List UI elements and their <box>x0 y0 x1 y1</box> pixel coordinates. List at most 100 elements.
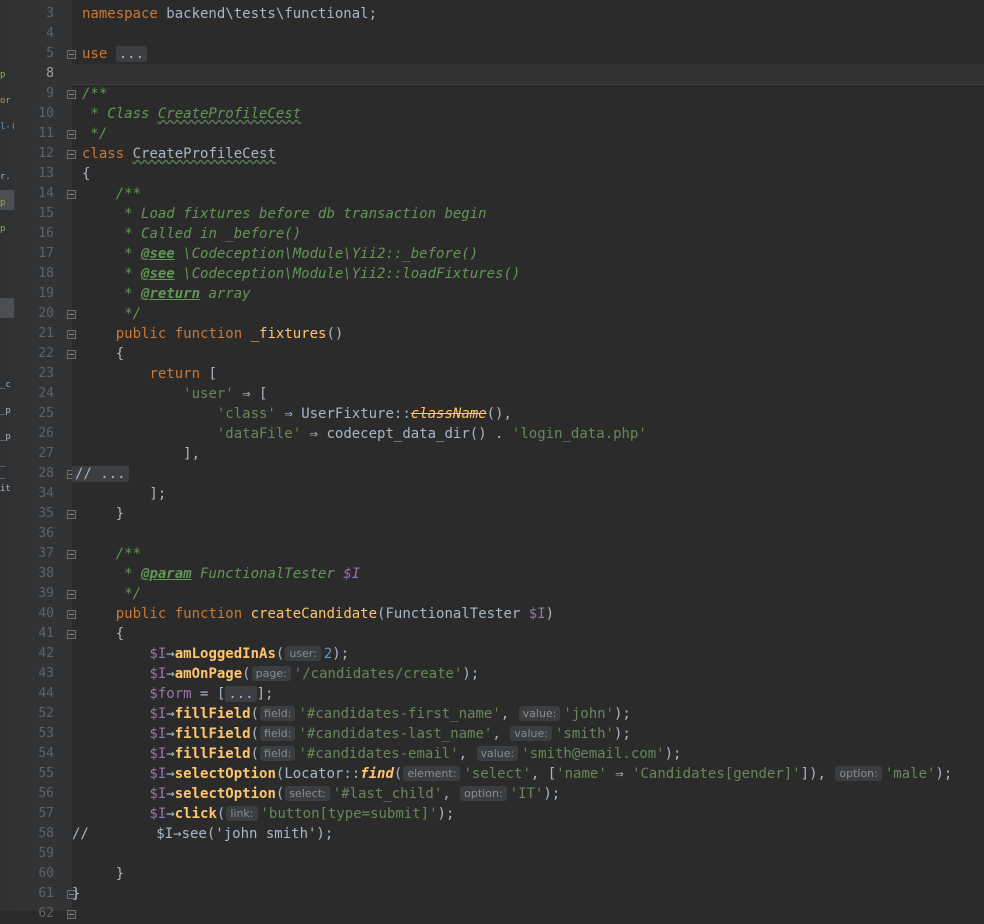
line-number[interactable]: 44 <box>14 684 54 704</box>
code-line[interactable]: { <box>72 164 984 184</box>
code-line[interactable]: 'user' ⇒ [ <box>72 384 984 404</box>
line-number[interactable]: 60 <box>14 864 54 884</box>
line-number[interactable]: 57 <box>14 804 54 824</box>
code-line[interactable]: * Called in _before() <box>72 224 984 244</box>
code-line[interactable]: $I→selectOption(select: '#last_child', op… <box>72 784 984 804</box>
project-panel-edge[interactable]: p or l-( r. p p _c _p _p _ _ it <box>0 0 14 911</box>
line-number[interactable]: 28 <box>14 464 54 484</box>
line-number[interactable]: 22 <box>14 344 54 364</box>
line-number[interactable]: 39 <box>14 584 54 604</box>
line-number[interactable]: 4 <box>14 24 54 44</box>
file-fragment[interactable]: p <box>0 224 5 234</box>
file-fragment[interactable]: _p <box>0 406 11 416</box>
code-line[interactable]: use ... <box>72 44 984 64</box>
line-number[interactable]: 54 <box>14 744 54 764</box>
file-fragment[interactable]: _ <box>0 458 5 468</box>
line-number[interactable]: 20 <box>14 304 54 324</box>
file-fragment[interactable]: l-( <box>0 122 14 132</box>
line-number[interactable]: 37 <box>14 544 54 564</box>
fold-toggle-icon[interactable] <box>67 910 76 919</box>
line-number-gutter[interactable]: 3 4 5 8 9 10 11 12 13 14 15 16 17 18 19 20 21 22 23 24 25 26 2… <box>14 0 76 921</box>
line-number[interactable]: 36 <box>14 524 54 544</box>
line-number[interactable]: 14 <box>14 184 54 204</box>
line-number[interactable]: 9 <box>14 84 54 104</box>
file-fragment[interactable]: or <box>0 96 11 106</box>
code-line[interactable]: 'dataFile' ⇒ codecept_data_dir() . 'logi… <box>72 424 984 444</box>
code-line[interactable]: */ <box>72 584 984 604</box>
line-number[interactable]: 43 <box>14 664 54 684</box>
code-line[interactable]: $form = [...]; <box>72 684 984 704</box>
code-line[interactable]: $I→amOnPage(page: '/candidates/create'); <box>72 664 984 684</box>
code-area[interactable]: namespace backend\tests\functional; use … <box>72 0 984 911</box>
code-line[interactable]: */ <box>72 124 984 144</box>
line-number[interactable]: 21 <box>14 324 54 344</box>
code-line[interactable]: { <box>72 624 984 644</box>
file-fragment[interactable]: it <box>0 484 11 494</box>
code-line[interactable]: $I→fillField(field: '#candidates-first_na… <box>72 704 984 724</box>
line-number[interactable]: 35 <box>14 504 54 524</box>
code-line[interactable]: $I→fillField(field: '#candidates-last_nam… <box>72 724 984 744</box>
code-line[interactable]: * @see \Codeception\Module\Yii2::loadFix… <box>72 264 984 284</box>
line-number[interactable]: 3 <box>14 4 54 24</box>
line-number[interactable]: 25 <box>14 404 54 424</box>
code-line[interactable]: public function _fixtures() <box>72 324 984 344</box>
code-line[interactable]: $I→selectOption(Locator::find(element:'s… <box>72 764 984 784</box>
code-line[interactable]: $I→click(link:'button[type=submit]'); <box>72 804 984 824</box>
code-line[interactable]: * Class CreateProfileCest <box>72 104 984 124</box>
code-line[interactable]: * @see \Codeception\Module\Yii2::_before… <box>72 244 984 264</box>
file-fragment[interactable]: _p <box>0 432 11 442</box>
line-number[interactable]: 23 <box>14 364 54 384</box>
line-number[interactable]: 40 <box>14 604 54 624</box>
code-line[interactable]: namespace backend\tests\functional; <box>72 4 984 24</box>
line-number[interactable]: 10 <box>14 104 54 124</box>
line-number[interactable]: 52 <box>14 704 54 724</box>
code-line[interactable]: */ <box>72 304 984 324</box>
folded-comment-block[interactable]: // ... <box>72 466 129 482</box>
code-line[interactable]: $I→amLoggedInAs(user: 2); <box>72 644 984 664</box>
line-number[interactable]: 15 <box>14 204 54 224</box>
line-number[interactable]: 13 <box>14 164 54 184</box>
line-number[interactable]: 59 <box>14 844 54 864</box>
file-fragment[interactable]: _ <box>0 470 5 480</box>
line-number[interactable]: 56 <box>14 784 54 804</box>
line-number[interactable]: 58 <box>14 824 54 844</box>
code-line[interactable]: 'class' ⇒ UserFixture::className(), <box>72 404 984 424</box>
code-line[interactable]: // ... <box>72 464 984 484</box>
file-fragment[interactable]: p <box>0 70 5 80</box>
caret-line[interactable] <box>72 64 984 84</box>
code-line[interactable]: ], <box>72 444 984 464</box>
line-number[interactable]: 55 <box>14 764 54 784</box>
code-line[interactable]: // $I→see('john smith'); <box>72 824 984 844</box>
code-line[interactable]: /** <box>72 184 984 204</box>
code-line[interactable]: * @return array <box>72 284 984 304</box>
code-line[interactable]: } <box>72 884 984 904</box>
code-line[interactable]: class CreateProfileCest <box>72 144 984 164</box>
code-line[interactable]: { <box>72 344 984 364</box>
code-line[interactable]: public function createCandidate(Function… <box>72 604 984 624</box>
line-number[interactable]: 38 <box>14 564 54 584</box>
line-number[interactable]: 24 <box>14 384 54 404</box>
code-line[interactable]: } <box>72 864 984 884</box>
line-number[interactable]: 53 <box>14 724 54 744</box>
line-number[interactable]: 16 <box>14 224 54 244</box>
folded-array[interactable]: ... <box>225 686 257 702</box>
code-line[interactable]: ]; <box>72 484 984 504</box>
line-number[interactable]: 62 <box>14 904 54 924</box>
file-fragment[interactable]: r. <box>0 172 11 182</box>
line-number[interactable]: 41 <box>14 624 54 644</box>
code-line[interactable]: } <box>72 504 984 524</box>
code-line[interactable]: $I→fillField(field: '#candidates-email', … <box>72 744 984 764</box>
line-number[interactable]: 17 <box>14 244 54 264</box>
code-line[interactable]: * Load fixtures before db transaction be… <box>72 204 984 224</box>
line-number[interactable]: 61 <box>14 884 54 904</box>
line-number[interactable]: 34 <box>14 484 54 504</box>
line-number[interactable]: 42 <box>14 644 54 664</box>
line-number[interactable]: 5 <box>14 44 54 64</box>
code-editor[interactable]: p or l-( r. p p _c _p _p _ _ it 34589101… <box>0 0 984 921</box>
code-line[interactable]: * @param FunctionalTester $I <box>72 564 984 584</box>
file-fragment[interactable]: _c <box>0 380 11 390</box>
code-line[interactable]: return [ <box>72 364 984 384</box>
line-number[interactable]: 8 <box>14 64 54 84</box>
folded-use-block[interactable]: ... <box>115 46 148 62</box>
line-number[interactable]: 26 <box>14 424 54 444</box>
